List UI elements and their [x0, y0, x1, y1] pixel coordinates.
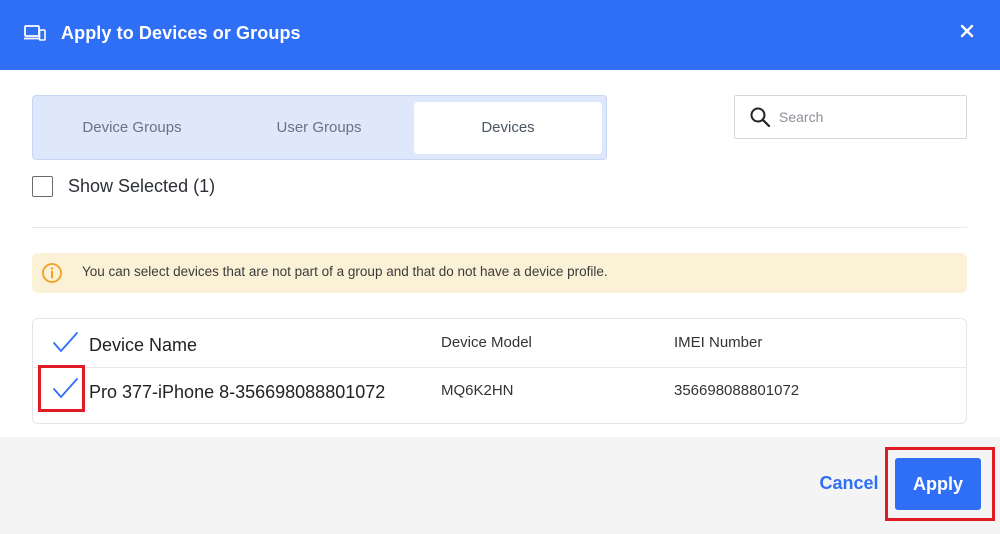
info-icon — [42, 263, 62, 283]
dialog-title: Apply to Devices or Groups — [61, 23, 301, 43]
devices-icon — [24, 25, 46, 41]
highlight-box-checkbox — [38, 365, 85, 412]
select-all-checkbox[interactable] — [51, 329, 79, 357]
search-icon — [750, 107, 771, 128]
column-header-device-name[interactable]: Device Name — [89, 335, 197, 356]
device-name-cell: Pro 377-iPhone 8-356698088801072 — [89, 382, 386, 402]
imei-number-cell: 356698088801072 — [674, 382, 800, 399]
highlight-box-apply — [885, 447, 995, 521]
dialog-header: Apply to Devices or Groups — [0, 0, 1000, 70]
tab-bar: Device Groups User Groups Devices — [32, 95, 607, 160]
cancel-button[interactable]: Cancel — [812, 473, 886, 495]
close-icon[interactable] — [958, 22, 976, 40]
device-table: Device Name Device Model IMEI Number Pro… — [32, 318, 967, 424]
column-header-imei-number[interactable]: IMEI Number — [674, 334, 762, 351]
show-selected-checkbox[interactable] — [32, 176, 53, 197]
divider — [32, 227, 967, 228]
alert-message: You can select devices that are not part… — [82, 264, 608, 279]
tab-devices[interactable]: Devices — [414, 102, 602, 154]
info-alert: You can select devices that are not part… — [32, 253, 967, 293]
tab-user-groups[interactable]: User Groups — [225, 102, 413, 154]
row-divider — [33, 367, 966, 368]
column-header-device-model[interactable]: Device Model — [441, 334, 532, 351]
device-model-cell: MQ6K2HN — [441, 382, 514, 399]
show-selected-label: Show Selected (1) — [68, 176, 216, 196]
search-box — [734, 95, 967, 139]
tab-device-groups[interactable]: Device Groups — [38, 102, 226, 154]
apply-dialog: Apply to Devices or Groups Device Groups… — [0, 0, 1000, 534]
dialog-footer: Cancel Apply — [0, 437, 1000, 534]
search-input[interactable] — [779, 102, 959, 132]
